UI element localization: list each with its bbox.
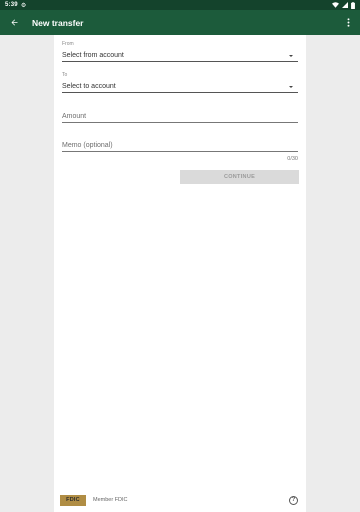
from-account-dropdown[interactable]: Select from account [62, 50, 298, 62]
member-fdic-text: Member FDIC [93, 497, 128, 503]
dropdown-arrow-icon [289, 85, 293, 88]
from-account-value: Select from account [62, 52, 124, 59]
memo-input[interactable]: Memo (optional) [62, 140, 298, 152]
to-label: To [62, 72, 68, 78]
to-account-field: To Select to account [62, 72, 298, 94]
footer: FDIC Member FDIC ? [54, 490, 306, 510]
from-account-field: From Select from account [62, 41, 298, 63]
fdic-logo: FDIC [60, 494, 86, 506]
status-time: 5:39 [5, 2, 18, 8]
status-icons [332, 1, 355, 9]
back-button[interactable] [0, 10, 28, 35]
battery-icon [351, 1, 355, 9]
page-title: New transfer [32, 17, 84, 28]
fdic-logo-text: FDIC [66, 497, 80, 503]
help-icon[interactable]: ? [289, 495, 298, 505]
continue-button[interactable]: CONTINUE [180, 170, 299, 184]
memo-character-counter: 0/30 [287, 156, 298, 162]
arrow-back-icon [11, 19, 17, 26]
status-bar: 5:39 ⚙ [0, 0, 360, 10]
dropdown-arrow-icon [289, 54, 293, 57]
settings-gear-icon: ⚙ [20, 2, 27, 9]
amount-field: Amount [62, 111, 298, 125]
memo-field: Memo (optional) 0/30 [62, 140, 298, 166]
transfer-form-card: From Select from account To Select to ac… [54, 35, 306, 512]
wifi-icon [332, 2, 339, 8]
amount-input[interactable]: Amount [62, 111, 298, 123]
app-bar: New transfer [0, 10, 360, 35]
overflow-menu-button[interactable] [336, 10, 360, 35]
to-account-value: Select to account [62, 83, 116, 90]
to-account-dropdown[interactable]: Select to account [62, 81, 298, 93]
more-vert-icon [347, 18, 349, 27]
signal-icon [342, 2, 348, 8]
from-label: From [62, 41, 74, 47]
